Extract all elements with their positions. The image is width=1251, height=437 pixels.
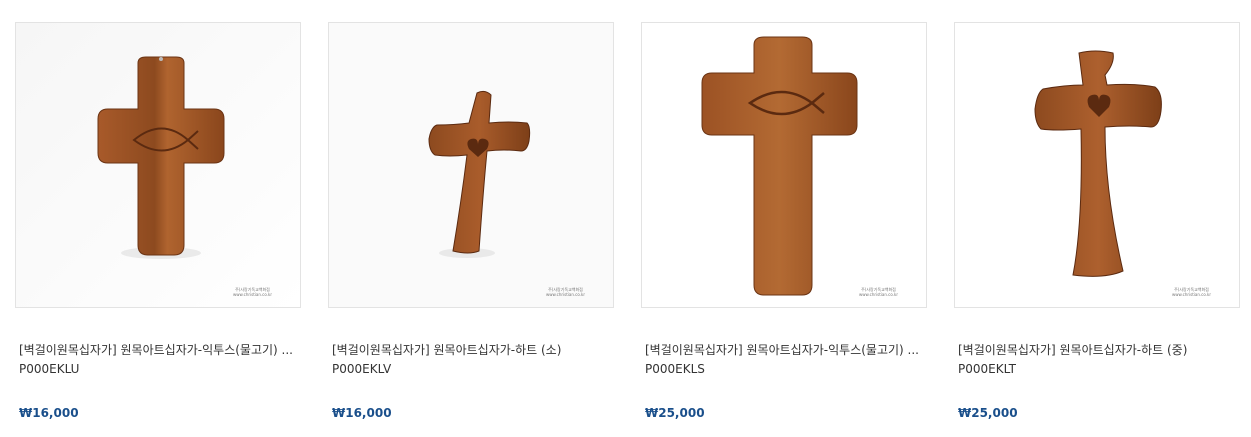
product-code: P000EKLV	[332, 362, 392, 376]
cross-heart-medium-image	[955, 23, 1239, 307]
product-card[interactable]: 주)사랑기독교백화점 www.christian.co.kr [벽걸이원목십자가]…	[954, 22, 1240, 421]
product-code: P000EKLU	[19, 362, 80, 376]
product-title[interactable]: [벽걸이원목십자가] 원목아트십자가-하트 (소)	[332, 342, 614, 358]
product-code: P000EKLT	[958, 362, 1016, 376]
product-price: ₩25,000	[958, 406, 1018, 420]
product-title[interactable]: [벽걸이원목십자가] 원목아트십자가-익투스(물고기) ...	[645, 342, 927, 358]
product-card[interactable]: 주)사랑기독교백화점 www.christian.co.kr [벽걸이원목십자가]…	[641, 22, 927, 421]
product-price: ₩16,000	[332, 406, 392, 420]
product-code: P000EKLS	[645, 362, 705, 376]
product-price: ₩25,000	[645, 406, 705, 420]
product-image[interactable]: 주)사랑기독교백화점 www.christian.co.kr	[328, 22, 614, 308]
watermark: 주)사랑기독교백화점 www.christian.co.kr	[1171, 287, 1211, 297]
product-card[interactable]: 주)사랑기독교백화점 www.christian.co.kr [벽걸이원목십자가]…	[15, 22, 301, 421]
cross-ichthys-large-image	[642, 23, 926, 307]
product-image[interactable]: 주)사랑기독교백화점 www.christian.co.kr	[641, 22, 927, 308]
product-card[interactable]: 주)사랑기독교백화점 www.christian.co.kr [벽걸이원목십자가]…	[328, 22, 614, 421]
product-price: ₩16,000	[19, 406, 79, 420]
watermark: 주)사랑기독교백화점 www.christian.co.kr	[545, 287, 585, 297]
product-image[interactable]: 주)사랑기독교백화점 www.christian.co.kr	[954, 22, 1240, 308]
watermark: 주)사랑기독교백화점 www.christian.co.kr	[232, 287, 272, 297]
cross-heart-small-image	[329, 23, 613, 307]
cross-ichthys-image	[16, 23, 300, 307]
product-image[interactable]: 주)사랑기독교백화점 www.christian.co.kr	[15, 22, 301, 308]
product-title[interactable]: [벽걸이원목십자가] 원목아트십자가-익투스(물고기) ...	[19, 342, 301, 358]
watermark: 주)사랑기독교백화점 www.christian.co.kr	[858, 287, 898, 297]
product-title[interactable]: [벽걸이원목십자가] 원목아트십자가-하트 (중)	[958, 342, 1240, 358]
